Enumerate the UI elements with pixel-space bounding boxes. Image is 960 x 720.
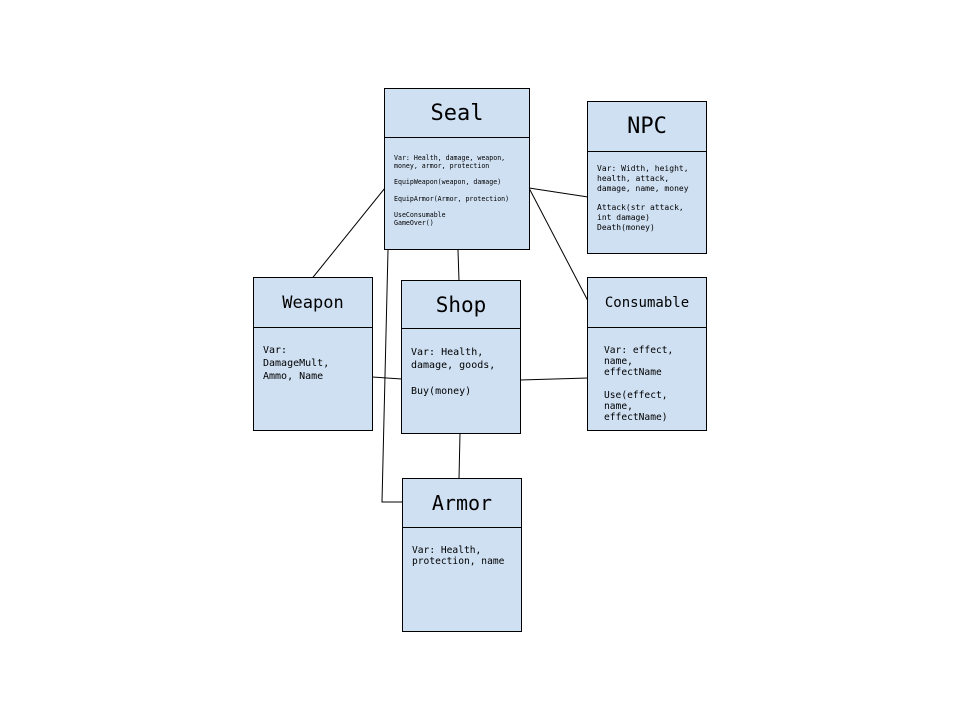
- seal-class-box: Seal Var: Health, damage, weapon, money,…: [384, 88, 530, 250]
- shop-class-name: Shop: [402, 281, 520, 329]
- shop-consumable-connector: [519, 377, 589, 381]
- seal-vars: Var: Health, damage, weapon, money, armo…: [394, 154, 506, 171]
- armor-class-box: Armor Var: Health, protection, name: [402, 478, 522, 632]
- seal-npc-connector: [528, 187, 589, 198]
- armor-vars: Var: Health, protection, name: [412, 545, 505, 568]
- shop-armor-connector: [458, 432, 461, 480]
- weapon-vars: Var: DamageMult, Ammo, Name: [263, 345, 330, 382]
- seal-class-name: Seal: [385, 89, 529, 138]
- consumable-class-name: Consumable: [588, 278, 706, 328]
- weapon-class-box: Weapon Var: DamageMult, Ammo, Name: [253, 277, 373, 431]
- npc-vars: Var: Width, height, health, attack, dama…: [597, 164, 689, 193]
- weapon-class-name: Weapon: [254, 278, 372, 328]
- weapon-shop-connector: [371, 376, 403, 380]
- seal-shop-connector: [457, 249, 460, 282]
- seal-method-consumable-gameover: UseConsumable GameOver(): [394, 210, 446, 228]
- consumable-vars: Var: effect, name, effectName: [604, 345, 674, 379]
- seal-weapon-connector: [309, 187, 386, 282]
- consumable-class-box: Consumable Var: effect, name, effectName…: [587, 277, 707, 431]
- shop-method-buy: Buy(money): [411, 386, 472, 397]
- seal-method-equip-weapon: EquipWeapon(weapon, damage): [394, 178, 502, 187]
- seal-method-equip-armor: EquipArmor(Armor, protection): [394, 194, 510, 203]
- seal-consumable-connector: [528, 187, 589, 302]
- npc-class-name: NPC: [588, 102, 706, 152]
- seal-armor-connector: [381, 249, 403, 503]
- npc-methods: Attack(str attack, int damage) Death(mon…: [597, 203, 684, 232]
- consumable-method-use: Use(effect, name, effectName): [604, 389, 668, 424]
- shop-class-box: Shop Var: Health, damage, goods, Buy(mon…: [401, 280, 521, 434]
- shop-vars: Var: Health, damage, goods,: [411, 347, 496, 371]
- npc-class-box: NPC Var: Width, height, health, attack, …: [587, 101, 707, 254]
- armor-class-name: Armor: [403, 479, 521, 528]
